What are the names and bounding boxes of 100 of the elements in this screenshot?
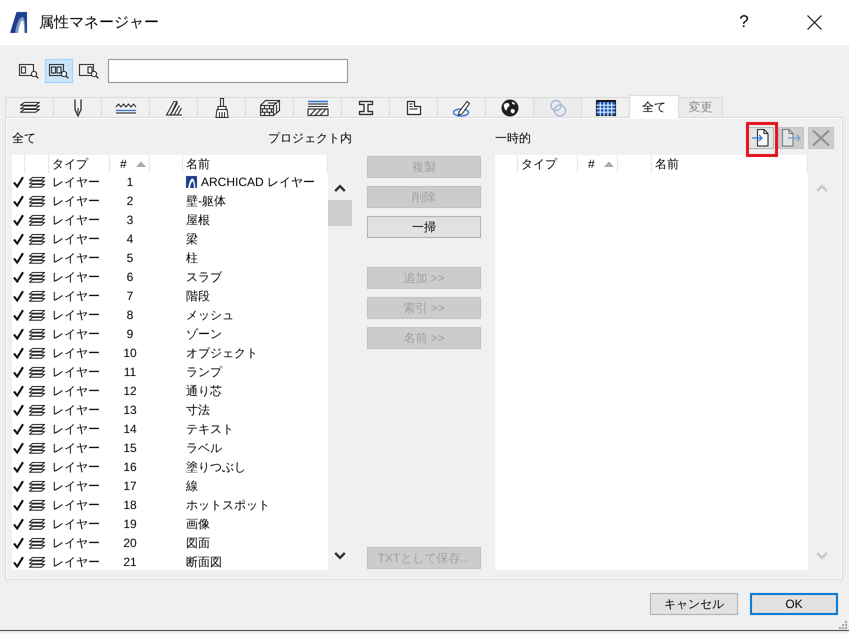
floor-plan-icon	[406, 100, 422, 116]
scroll-down-icon[interactable]	[334, 552, 346, 560]
attribute-name: スラブ	[186, 270, 222, 284]
import-button[interactable]	[748, 127, 774, 149]
type-text: レイヤー	[51, 478, 101, 494]
layer-icon	[29, 424, 45, 434]
tab[interactable]	[149, 97, 198, 117]
layer-icon	[29, 556, 45, 568]
layer-icon	[29, 518, 45, 530]
attribute-name: メッシュ	[186, 308, 234, 322]
type-text: レイヤー	[51, 288, 101, 304]
type-text: レイヤー	[51, 536, 101, 550]
index-number: 16	[122, 460, 138, 474]
type-text: レイヤー	[51, 308, 101, 322]
tab[interactable]	[485, 97, 534, 117]
resize-grip-icon[interactable]	[839, 621, 847, 629]
tab[interactable]	[389, 97, 438, 117]
pen-nib-icon	[72, 98, 84, 116]
index-number: 2	[126, 194, 134, 208]
window-magnifier-icon	[79, 63, 99, 79]
search-field[interactable]	[108, 59, 348, 83]
index-number: 7	[126, 288, 134, 304]
layer-icon	[29, 310, 45, 320]
index-number: 6	[126, 270, 134, 284]
layer-icon	[29, 366, 45, 378]
type-text: レイヤー	[51, 402, 101, 418]
type-text: レイヤー	[51, 422, 101, 436]
index-number: 15	[122, 440, 138, 456]
layer-icon	[29, 500, 45, 510]
grid-icon	[596, 100, 616, 116]
brick-block-icon	[260, 100, 280, 116]
type-text: レイヤー	[51, 498, 101, 512]
tab[interactable]	[293, 97, 342, 117]
type-text: レイヤー	[51, 384, 101, 398]
attribute-name: オブジェクト	[186, 346, 258, 360]
window-title: 属性マネージャー	[39, 14, 159, 32]
action-button[interactable]: 一掃	[367, 216, 481, 238]
index-number: 13	[122, 402, 138, 418]
type-text: レイヤー	[51, 250, 101, 266]
attribute-name: 図面	[186, 536, 210, 550]
column-header[interactable]: タイプ	[49, 155, 110, 172]
layer-icon	[29, 538, 45, 548]
globe-icon	[500, 98, 518, 116]
type-text: レイヤー	[51, 554, 101, 570]
pencil-curve-icon	[452, 98, 472, 116]
dialog-button[interactable]: OK	[750, 593, 838, 615]
tab[interactable]: 全て	[629, 95, 679, 118]
index-number: 3	[126, 212, 134, 228]
tab[interactable]	[53, 97, 102, 117]
layer-icon	[29, 462, 45, 472]
attribute-name: 階段	[186, 288, 210, 304]
tab[interactable]	[197, 97, 246, 117]
tab[interactable]	[341, 97, 390, 117]
column-header[interactable]: #	[110, 155, 150, 172]
layer-icon	[29, 404, 45, 416]
layer-icon	[29, 252, 45, 264]
index-number: 1	[126, 174, 134, 190]
type-text: レイヤー	[51, 194, 101, 208]
i-beam-icon	[358, 100, 374, 116]
scrollbar-thumb[interactable]	[328, 200, 352, 226]
split-window-search-icon	[49, 63, 69, 79]
column-header[interactable]: 名前	[183, 155, 328, 172]
attribute-name: 壁-躯体	[186, 194, 226, 208]
type-text: レイヤー	[51, 326, 101, 342]
scroll-up-icon[interactable]	[334, 184, 346, 192]
close-icon[interactable]	[807, 15, 822, 30]
dialog-button[interactable]: キャンセル	[650, 593, 738, 615]
layer-icon	[29, 272, 45, 282]
help-link[interactable]: ?	[736, 12, 752, 33]
striped-layers-icon	[306, 100, 328, 116]
layer-icon	[29, 234, 45, 244]
tab[interactable]	[581, 97, 630, 117]
index-number: 21	[122, 554, 138, 570]
index-number: 18	[122, 498, 138, 512]
index-number: 11	[122, 364, 138, 380]
layer-icon	[29, 176, 45, 188]
tab[interactable]	[245, 97, 294, 117]
type-text: レイヤー	[51, 212, 101, 228]
attribute-name: ARCHICAD レイヤー	[201, 174, 316, 190]
index-number: 4	[126, 232, 134, 246]
source-label: プロジェクト内	[268, 130, 352, 146]
type-text: レイヤー	[51, 460, 101, 474]
type-text: レイヤー	[51, 364, 101, 380]
hatch-icon	[164, 100, 182, 116]
attribute-name: 通り芯	[186, 384, 222, 398]
type-text: レイヤー	[51, 440, 101, 456]
index-number: 14	[122, 422, 138, 436]
attribute-name: 寸法	[186, 402, 210, 418]
tab[interactable]	[5, 97, 54, 117]
layer-icon	[29, 480, 45, 492]
tab[interactable]	[437, 97, 486, 117]
view-button[interactable]	[45, 59, 73, 83]
index-number: 9	[126, 326, 134, 342]
attribute-name: 断面図	[186, 554, 222, 570]
window-search-icon	[19, 63, 39, 79]
column-header[interactable]: 名前	[652, 155, 808, 172]
column-header[interactable]: タイプ	[518, 155, 578, 172]
column-header[interactable]: #	[578, 155, 618, 172]
attribute-name: テキスト	[186, 422, 234, 436]
attribute-name: ランプ	[186, 364, 222, 380]
